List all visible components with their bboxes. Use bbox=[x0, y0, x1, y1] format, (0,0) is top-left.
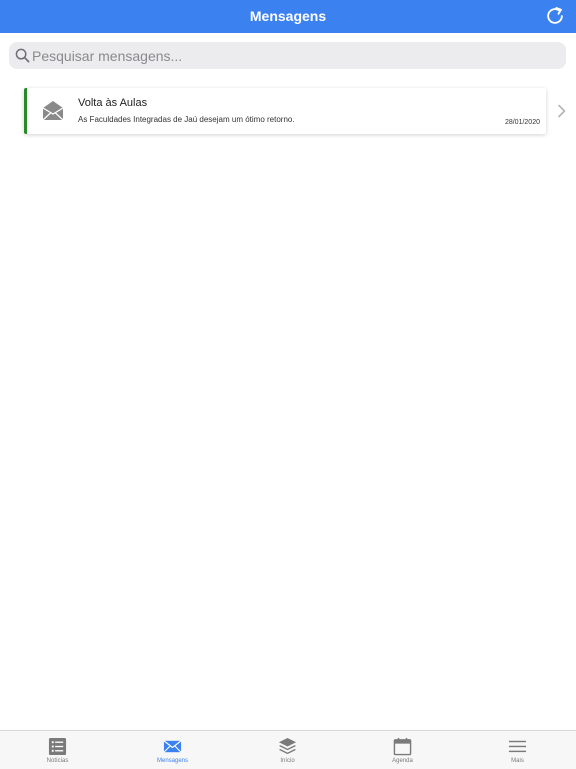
open-envelope-icon bbox=[42, 101, 64, 121]
tab-label-inicio: Início bbox=[280, 758, 295, 764]
search-bar[interactable] bbox=[9, 42, 566, 69]
tab-mensagens[interactable]: Mensagens bbox=[115, 731, 230, 769]
tab-label-mais: Mais bbox=[511, 758, 524, 764]
tab-inicio[interactable]: Início bbox=[230, 731, 345, 769]
message-title: Volta às Aulas bbox=[78, 97, 148, 109]
chevron-right-icon[interactable] bbox=[557, 104, 567, 118]
message-date: 28/01/2020 bbox=[504, 119, 540, 126]
tab-label-noticias: Notícias bbox=[46, 758, 69, 764]
tab-noticias[interactable]: Notícias bbox=[0, 731, 115, 769]
tab-label-agenda: Agenda bbox=[392, 758, 413, 764]
refresh-icon[interactable] bbox=[544, 5, 566, 27]
tab-mais[interactable]: Mais bbox=[460, 731, 575, 769]
message-preview: As Faculdades Integradas de Jaú desejam … bbox=[78, 115, 295, 124]
app-header: Mensagens bbox=[0, 0, 576, 33]
tab-bar: Notícias Mensagens Início Agenda Mais bbox=[0, 730, 576, 769]
message-item[interactable]: Volta às Aulas As Faculdades Integradas … bbox=[24, 88, 546, 134]
menu-icon bbox=[508, 740, 527, 753]
news-list-icon bbox=[48, 737, 67, 756]
search-input[interactable] bbox=[32, 42, 552, 69]
page-title: Mensagens bbox=[249, 8, 327, 24]
layers-icon bbox=[278, 737, 297, 755]
search-icon bbox=[15, 48, 30, 63]
calendar-icon bbox=[393, 737, 412, 756]
tab-agenda[interactable]: Agenda bbox=[345, 731, 460, 769]
tab-label-mensagens: Mensagens bbox=[156, 758, 189, 764]
envelope-icon bbox=[163, 740, 182, 753]
